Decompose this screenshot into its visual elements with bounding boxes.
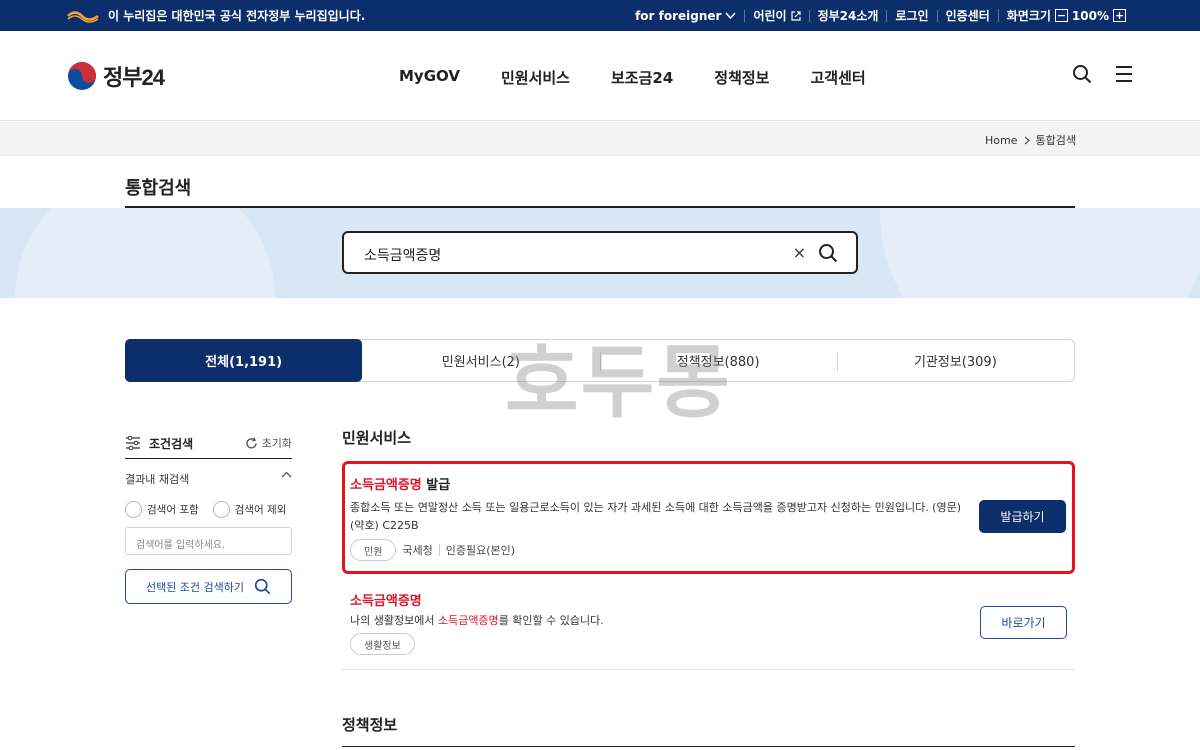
section-title-policy: 정책정보: [342, 716, 398, 734]
foreigner-link[interactable]: for foreigner: [627, 10, 744, 22]
include-option[interactable]: 검색어 포함: [125, 501, 199, 518]
refine-options: 검색어 포함 검색어 제외: [125, 501, 292, 518]
reset-button[interactable]: 초기화: [245, 435, 292, 451]
main-nav: MyGOV 민원서비스 보조금24 정책정보 고객센터: [399, 67, 866, 88]
external-link-icon: [790, 10, 801, 21]
official-banner: 이 누리집은 대한민국 공식 전자정부 누리집입니다. for foreigne…: [0, 0, 1200, 31]
login-label: 로그인: [895, 8, 929, 23]
decor-circle: [880, 208, 1200, 298]
search-submit-icon[interactable]: [818, 243, 838, 263]
zoom-value: 100%: [1071, 8, 1109, 23]
filter-title: 조건검색: [125, 435, 193, 452]
title-highlight: 소득금액증명: [350, 478, 422, 493]
foreigner-label: for foreigner: [635, 8, 722, 23]
zoom-in-button[interactable]: +: [1113, 9, 1126, 22]
result-meta: 민원 국세청 인증필요(본인): [350, 539, 515, 561]
issue-button[interactable]: 발급하기: [979, 500, 1066, 533]
desc-post: 를 확인할 수 있습니다.: [498, 614, 604, 627]
title-rest: 발급: [421, 478, 451, 493]
filter-title-text: 조건검색: [149, 436, 194, 451]
title-divider: [125, 206, 1075, 208]
breadcrumb-current: 통합검색: [1035, 134, 1076, 147]
nav-subsidy[interactable]: 보조금24: [611, 67, 673, 88]
search-input[interactable]: 소득금액증명 ×: [342, 231, 858, 274]
breadcrumb-home[interactable]: Home: [985, 134, 1017, 147]
section-divider: [342, 746, 1075, 747]
official-notice-text: 이 누리집은 대한민국 공식 전자정부 누리집입니다.: [108, 9, 366, 23]
tab-agency[interactable]: 기관정보(309): [836, 340, 1074, 381]
refresh-icon: [245, 437, 257, 449]
filter-divider: [125, 458, 292, 459]
clear-icon[interactable]: ×: [793, 243, 806, 262]
about-label: 정부24소개: [817, 8, 879, 23]
result-description: 나의 생활정보에서 소득금액증명를 확인할 수 있습니다.: [350, 612, 604, 628]
sliders-icon: [126, 436, 140, 450]
reset-label: 초기화: [261, 437, 292, 450]
meta-divider: [438, 544, 440, 556]
zoom-label: 화면크기: [1006, 8, 1051, 23]
tab-all[interactable]: 전체(1,191): [125, 339, 363, 382]
filter-panel: 조건검색 초기화 결과내 재검색 검색어 포함 검색어 제외 검색어를 입력하세…: [125, 428, 292, 604]
section-title-civil: 민원서비스: [342, 429, 412, 447]
refine-toggle[interactable]: 결과내 재검색: [125, 471, 292, 487]
desc-highlight: 소득금액증명: [437, 614, 499, 627]
cert-center-label: 인증센터: [945, 8, 990, 23]
watermark: 호두몽: [505, 336, 732, 429]
breadcrumb-band: Home 통합검색: [0, 122, 1200, 156]
menu-icon[interactable]: [1114, 64, 1134, 84]
official-notice: 이 누리집은 대한민국 공식 전자정부 누리집입니다.: [66, 0, 365, 31]
chevron-right-icon: [1024, 136, 1030, 144]
nav-mygov[interactable]: MyGOV: [399, 67, 460, 88]
header-tools: [1072, 64, 1134, 84]
kids-link[interactable]: 어린이: [744, 8, 808, 23]
result-title[interactable]: 소득금액증명 발급: [350, 474, 450, 493]
search-icon: [254, 578, 271, 595]
logo[interactable]: 정부24: [67, 60, 165, 92]
refine-title: 결과내 재검색: [125, 473, 190, 486]
desc-pre: 나의 생활정보에서: [350, 614, 438, 627]
breadcrumb: Home 통합검색: [985, 132, 1076, 148]
go-button[interactable]: 바로가기: [980, 606, 1067, 639]
result-item: 소득금액증명 나의 생활정보에서 소득금액증명를 확인할 수 있습니다. 생활정…: [342, 585, 1075, 670]
search-icon[interactable]: [1072, 64, 1092, 84]
utility-links: for foreigner 어린이 정부24소개 로그인 인증센터 화면크기 −…: [627, 0, 1134, 31]
category-chip: 생활정보: [350, 633, 415, 655]
include-label: 검색어 포함: [147, 504, 199, 516]
site-header: 정부24 MyGOV 민원서비스 보조금24 정책정보 고객센터: [0, 31, 1200, 121]
logo-text: 정부24: [103, 65, 165, 90]
about-link[interactable]: 정부24소개: [808, 8, 887, 23]
category-chip: 민원: [350, 539, 397, 561]
filter-search-button[interactable]: 선택된 조건 검색하기: [125, 569, 292, 604]
result-description: 종합소득 또는 연말정산 소득 또는 일용근로소득이 있는 자가 과세된 소득에…: [350, 501, 962, 532]
decor-circle: [15, 208, 275, 298]
refine-keyword-input[interactable]: 검색어를 입력하세요.: [125, 527, 292, 555]
zoom-control: 화면크기 − 100% +: [997, 8, 1134, 23]
result-meta: 생활정보: [350, 633, 415, 655]
nav-civil-service[interactable]: 민원서비스: [501, 67, 570, 88]
agency-label: 국세청: [402, 544, 433, 557]
taegeuk-emblem-icon: [68, 62, 96, 90]
filter-search-label: 선택된 조건 검색하기: [145, 580, 245, 594]
result-title[interactable]: 소득금액증명: [350, 590, 422, 609]
page-title: 통합검색: [125, 178, 192, 199]
cert-center-link[interactable]: 인증센터: [936, 8, 998, 23]
filter-header: 조건검색 초기화: [125, 428, 292, 458]
search-query: 소득금액증명: [364, 248, 442, 264]
include-radio[interactable]: [125, 501, 142, 518]
nav-customer-center[interactable]: 고객센터: [810, 67, 865, 88]
zoom-out-button[interactable]: −: [1054, 9, 1068, 22]
chevron-up-icon: [281, 471, 292, 478]
chevron-down-icon: [725, 11, 737, 19]
kids-label: 어린이: [753, 8, 787, 23]
result-item: 소득금액증명 발급 종합소득 또는 연말정산 소득 또는 일용근로소득이 있는 …: [342, 461, 1075, 574]
exclude-label: 검색어 제외: [234, 504, 287, 516]
login-link[interactable]: 로그인: [886, 8, 936, 23]
gov-mark-icon: [67, 10, 99, 23]
nav-policy[interactable]: 정책정보: [714, 67, 769, 88]
exclude-option[interactable]: 검색어 제외: [212, 501, 287, 518]
exclude-radio[interactable]: [212, 501, 230, 518]
auth-label: 인증필요(본인): [445, 544, 516, 557]
